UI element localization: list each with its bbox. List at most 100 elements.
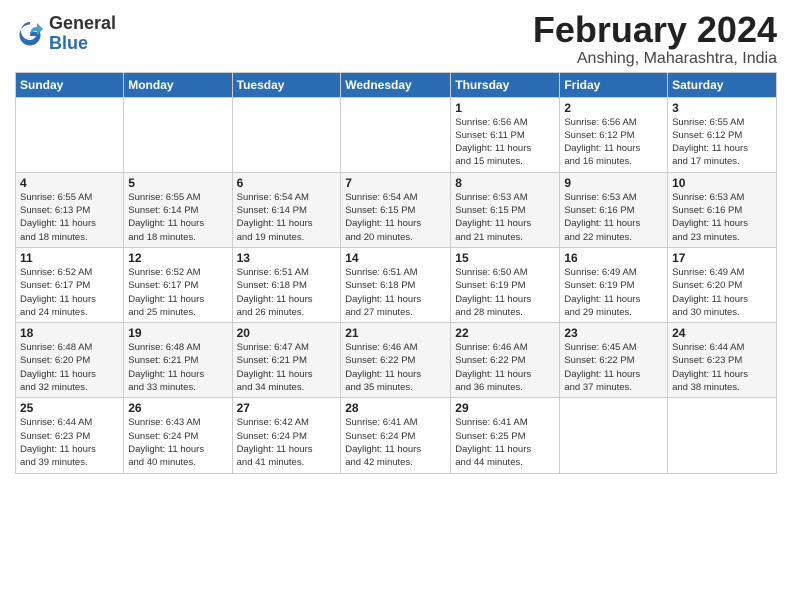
day-number: 1 (455, 101, 555, 115)
calendar-week-row: 11Sunrise: 6:52 AM Sunset: 6:17 PM Dayli… (16, 247, 777, 322)
calendar-cell: 17Sunrise: 6:49 AM Sunset: 6:20 PM Dayli… (668, 247, 777, 322)
calendar-cell: 13Sunrise: 6:51 AM Sunset: 6:18 PM Dayli… (232, 247, 341, 322)
page-header: General Blue February 2024 Anshing, Maha… (15, 10, 777, 68)
header-monday: Monday (124, 72, 232, 97)
day-number: 25 (20, 401, 119, 415)
day-number: 26 (128, 401, 227, 415)
day-info: Sunrise: 6:44 AM Sunset: 6:23 PM Dayligh… (20, 416, 119, 469)
calendar-cell: 6Sunrise: 6:54 AM Sunset: 6:14 PM Daylig… (232, 172, 341, 247)
day-info: Sunrise: 6:56 AM Sunset: 6:11 PM Dayligh… (455, 116, 555, 169)
day-info: Sunrise: 6:49 AM Sunset: 6:20 PM Dayligh… (672, 266, 772, 319)
calendar-table: Sunday Monday Tuesday Wednesday Thursday… (15, 72, 777, 474)
day-info: Sunrise: 6:45 AM Sunset: 6:22 PM Dayligh… (564, 341, 663, 394)
logo: General Blue (15, 14, 116, 54)
day-number: 19 (128, 326, 227, 340)
calendar-week-row: 25Sunrise: 6:44 AM Sunset: 6:23 PM Dayli… (16, 398, 777, 473)
day-info: Sunrise: 6:53 AM Sunset: 6:16 PM Dayligh… (564, 191, 663, 244)
calendar-week-row: 18Sunrise: 6:48 AM Sunset: 6:20 PM Dayli… (16, 323, 777, 398)
day-info: Sunrise: 6:55 AM Sunset: 6:13 PM Dayligh… (20, 191, 119, 244)
day-info: Sunrise: 6:42 AM Sunset: 6:24 PM Dayligh… (237, 416, 337, 469)
calendar-cell: 28Sunrise: 6:41 AM Sunset: 6:24 PM Dayli… (341, 398, 451, 473)
calendar-cell: 12Sunrise: 6:52 AM Sunset: 6:17 PM Dayli… (124, 247, 232, 322)
day-info: Sunrise: 6:54 AM Sunset: 6:15 PM Dayligh… (345, 191, 446, 244)
logo-text: General Blue (49, 14, 116, 54)
calendar-cell (341, 97, 451, 172)
calendar-cell: 7Sunrise: 6:54 AM Sunset: 6:15 PM Daylig… (341, 172, 451, 247)
calendar-week-row: 4Sunrise: 6:55 AM Sunset: 6:13 PM Daylig… (16, 172, 777, 247)
day-info: Sunrise: 6:49 AM Sunset: 6:19 PM Dayligh… (564, 266, 663, 319)
day-number: 7 (345, 176, 446, 190)
calendar-cell: 11Sunrise: 6:52 AM Sunset: 6:17 PM Dayli… (16, 247, 124, 322)
header-friday: Friday (560, 72, 668, 97)
day-info: Sunrise: 6:53 AM Sunset: 6:15 PM Dayligh… (455, 191, 555, 244)
calendar-cell: 9Sunrise: 6:53 AM Sunset: 6:16 PM Daylig… (560, 172, 668, 247)
day-number: 18 (20, 326, 119, 340)
day-info: Sunrise: 6:55 AM Sunset: 6:12 PM Dayligh… (672, 116, 772, 169)
header-tuesday: Tuesday (232, 72, 341, 97)
page-container: General Blue February 2024 Anshing, Maha… (0, 0, 792, 484)
calendar-cell: 26Sunrise: 6:43 AM Sunset: 6:24 PM Dayli… (124, 398, 232, 473)
calendar-cell: 4Sunrise: 6:55 AM Sunset: 6:13 PM Daylig… (16, 172, 124, 247)
day-info: Sunrise: 6:53 AM Sunset: 6:16 PM Dayligh… (672, 191, 772, 244)
calendar-cell: 10Sunrise: 6:53 AM Sunset: 6:16 PM Dayli… (668, 172, 777, 247)
day-info: Sunrise: 6:51 AM Sunset: 6:18 PM Dayligh… (237, 266, 337, 319)
calendar-cell: 3Sunrise: 6:55 AM Sunset: 6:12 PM Daylig… (668, 97, 777, 172)
calendar-week-row: 1Sunrise: 6:56 AM Sunset: 6:11 PM Daylig… (16, 97, 777, 172)
day-number: 29 (455, 401, 555, 415)
header-saturday: Saturday (668, 72, 777, 97)
day-number: 22 (455, 326, 555, 340)
day-info: Sunrise: 6:46 AM Sunset: 6:22 PM Dayligh… (345, 341, 446, 394)
day-info: Sunrise: 6:43 AM Sunset: 6:24 PM Dayligh… (128, 416, 227, 469)
calendar-cell: 2Sunrise: 6:56 AM Sunset: 6:12 PM Daylig… (560, 97, 668, 172)
day-number: 10 (672, 176, 772, 190)
day-number: 6 (237, 176, 337, 190)
header-wednesday: Wednesday (341, 72, 451, 97)
day-number: 16 (564, 251, 663, 265)
day-number: 9 (564, 176, 663, 190)
day-number: 21 (345, 326, 446, 340)
day-number: 20 (237, 326, 337, 340)
calendar-cell: 16Sunrise: 6:49 AM Sunset: 6:19 PM Dayli… (560, 247, 668, 322)
calendar-cell: 29Sunrise: 6:41 AM Sunset: 6:25 PM Dayli… (451, 398, 560, 473)
calendar-cell: 1Sunrise: 6:56 AM Sunset: 6:11 PM Daylig… (451, 97, 560, 172)
day-info: Sunrise: 6:47 AM Sunset: 6:21 PM Dayligh… (237, 341, 337, 394)
calendar-cell: 25Sunrise: 6:44 AM Sunset: 6:23 PM Dayli… (16, 398, 124, 473)
day-info: Sunrise: 6:41 AM Sunset: 6:24 PM Dayligh… (345, 416, 446, 469)
calendar-cell: 19Sunrise: 6:48 AM Sunset: 6:21 PM Dayli… (124, 323, 232, 398)
logo-general-text: General (49, 14, 116, 34)
day-info: Sunrise: 6:51 AM Sunset: 6:18 PM Dayligh… (345, 266, 446, 319)
calendar-header-row: Sunday Monday Tuesday Wednesday Thursday… (16, 72, 777, 97)
day-info: Sunrise: 6:52 AM Sunset: 6:17 PM Dayligh… (20, 266, 119, 319)
day-number: 13 (237, 251, 337, 265)
day-info: Sunrise: 6:48 AM Sunset: 6:20 PM Dayligh… (20, 341, 119, 394)
calendar-cell: 24Sunrise: 6:44 AM Sunset: 6:23 PM Dayli… (668, 323, 777, 398)
logo-blue-text: Blue (49, 34, 116, 54)
day-info: Sunrise: 6:52 AM Sunset: 6:17 PM Dayligh… (128, 266, 227, 319)
header-sunday: Sunday (16, 72, 124, 97)
day-number: 12 (128, 251, 227, 265)
day-number: 5 (128, 176, 227, 190)
calendar-cell: 18Sunrise: 6:48 AM Sunset: 6:20 PM Dayli… (16, 323, 124, 398)
title-block: February 2024 Anshing, Maharashtra, Indi… (533, 10, 777, 68)
calendar-cell: 8Sunrise: 6:53 AM Sunset: 6:15 PM Daylig… (451, 172, 560, 247)
calendar-cell (668, 398, 777, 473)
day-number: 28 (345, 401, 446, 415)
day-info: Sunrise: 6:55 AM Sunset: 6:14 PM Dayligh… (128, 191, 227, 244)
day-info: Sunrise: 6:44 AM Sunset: 6:23 PM Dayligh… (672, 341, 772, 394)
day-number: 8 (455, 176, 555, 190)
day-info: Sunrise: 6:41 AM Sunset: 6:25 PM Dayligh… (455, 416, 555, 469)
day-number: 15 (455, 251, 555, 265)
header-thursday: Thursday (451, 72, 560, 97)
calendar-cell: 21Sunrise: 6:46 AM Sunset: 6:22 PM Dayli… (341, 323, 451, 398)
day-info: Sunrise: 6:46 AM Sunset: 6:22 PM Dayligh… (455, 341, 555, 394)
day-number: 11 (20, 251, 119, 265)
day-number: 4 (20, 176, 119, 190)
location-subtitle: Anshing, Maharashtra, India (533, 50, 777, 68)
calendar-cell (124, 97, 232, 172)
day-number: 14 (345, 251, 446, 265)
calendar-cell: 23Sunrise: 6:45 AM Sunset: 6:22 PM Dayli… (560, 323, 668, 398)
calendar-cell: 27Sunrise: 6:42 AM Sunset: 6:24 PM Dayli… (232, 398, 341, 473)
calendar-cell: 15Sunrise: 6:50 AM Sunset: 6:19 PM Dayli… (451, 247, 560, 322)
day-number: 24 (672, 326, 772, 340)
calendar-cell: 5Sunrise: 6:55 AM Sunset: 6:14 PM Daylig… (124, 172, 232, 247)
